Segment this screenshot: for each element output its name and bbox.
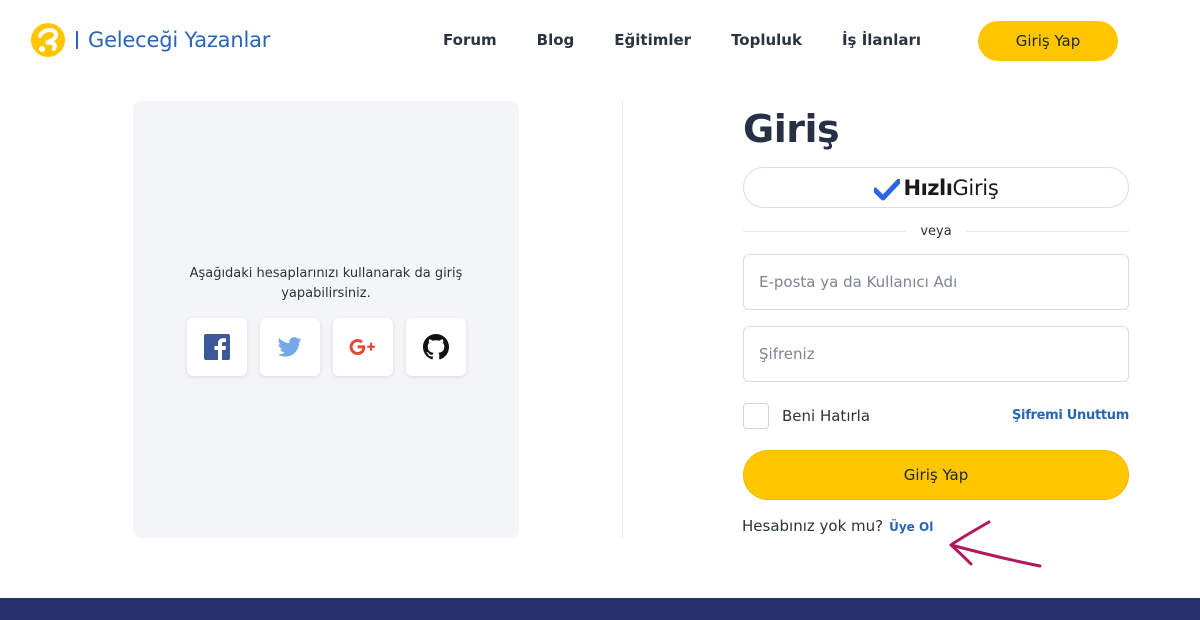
or-text: veya [920,223,952,239]
github-login-button[interactable] [406,318,466,376]
signup-row: Hesabınız yok mu? Üye Ol [742,517,933,535]
main-nav: Forum Blog Eğitimler Topluluk İş İlanlar… [443,31,921,49]
nav-item-community[interactable]: Topluluk [731,31,802,49]
quick-login-bold-text: Hızlı [903,175,953,200]
footer-bar [0,598,1200,620]
forgot-password-link[interactable]: Şifremi Unuttum [1012,408,1129,423]
page-title: Giriş [743,107,840,151]
social-login-panel: Aşağıdaki hesaplarınızı kullanarak da gi… [133,101,519,538]
login-submit-button[interactable]: Giriş Yap [743,450,1129,500]
twitter-login-button[interactable] [260,318,320,376]
vertical-divider [622,101,623,538]
logo-separator [76,31,78,49]
remember-me-checkbox[interactable] [743,403,769,429]
or-line-right [965,230,1130,232]
signup-link[interactable]: Üye Ol [889,520,933,534]
social-login-text: Aşağıdaki hesaplarınızı kullanarak da gi… [189,266,463,301]
nav-item-forum[interactable]: Forum [443,31,497,49]
quick-login-button[interactable]: Hızlı Giriş [743,167,1129,208]
facebook-login-button[interactable] [187,318,247,376]
or-line-left [743,230,907,232]
email-input[interactable] [743,254,1129,310]
header-login-button[interactable]: Giriş Yap [978,21,1118,61]
logo[interactable]: Geleceği Yazanlar [30,22,270,58]
login-form: Giriş HızlıGiriş veya Beni Hatırla Şifre… [742,101,1129,535]
or-separator: veya [743,223,1130,239]
turkcell-logo-icon [31,23,65,57]
nav-item-jobs[interactable]: İş İlanları [842,31,921,49]
github-icon [423,334,449,360]
site-header: Geleceği Yazanlar Forum Blog Eğitimler T… [0,0,1200,84]
google-plus-login-button[interactable] [333,318,393,376]
nav-item-blog[interactable]: Blog [537,31,575,49]
google-plus-icon [349,339,375,355]
remember-me-label: Beni Hatırla [782,407,871,425]
password-input[interactable] [743,326,1129,382]
checkmark-icon [873,178,900,200]
annotation-arrow-icon [949,520,1042,568]
nav-item-trainings[interactable]: Eğitimler [614,31,691,49]
signup-question: Hesabınız yok mu? [742,517,884,535]
social-buttons [187,318,466,376]
logo-text: Geleceği Yazanlar [88,28,271,52]
facebook-icon [204,334,230,360]
remember-me[interactable]: Beni Hatırla [743,403,870,429]
twitter-icon [278,337,302,357]
quick-login-light-text: Giriş [952,175,999,200]
